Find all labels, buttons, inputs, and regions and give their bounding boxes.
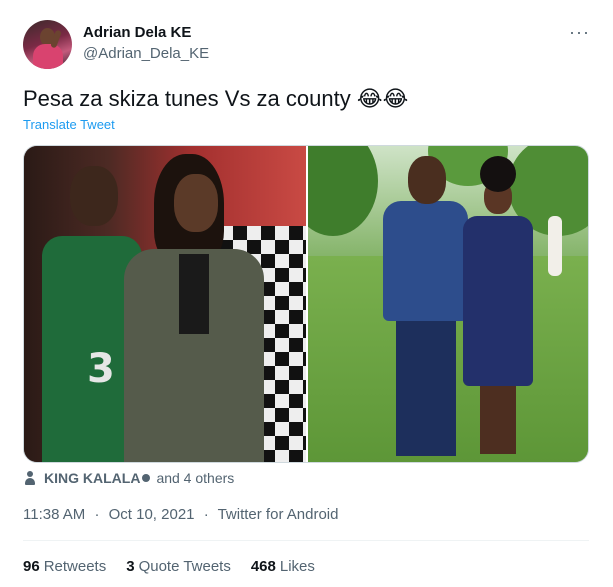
quote-tweets-count: 3 xyxy=(126,558,135,575)
tweet-source[interactable]: Twitter for Android xyxy=(218,506,339,523)
tweet-meta: 11:38 AM · Oct 10, 2021 · Twitter for An… xyxy=(23,506,338,523)
quote-tweets-label: Quote Tweets xyxy=(138,558,231,575)
author-display-name[interactable]: Adrian Dela KE xyxy=(83,24,191,41)
likes-label: Likes xyxy=(279,558,315,575)
quote-tweets-stat[interactable]: 3 Quote Tweets xyxy=(126,558,231,575)
retweets-label: Retweets xyxy=(43,558,107,575)
likes-count: 468 xyxy=(250,558,276,575)
translate-tweet-link[interactable]: Translate Tweet xyxy=(23,117,115,132)
retweets-count: 96 xyxy=(23,558,40,575)
meta-separator: · xyxy=(94,506,100,523)
person-icon xyxy=(23,471,37,485)
media-photo-left[interactable]: 3 xyxy=(24,146,306,462)
tweet-text: Pesa za skiza tunes Vs za county 😂😂 xyxy=(23,86,408,112)
tweet-date[interactable]: Oct 10, 2021 xyxy=(109,506,195,523)
avatar-body xyxy=(33,44,63,69)
tweet-media[interactable]: 3 xyxy=(23,145,589,463)
media-photo-right[interactable] xyxy=(308,146,588,462)
tweet-stats: 96 Retweets 3 Quote Tweets 468 Likes xyxy=(23,558,335,575)
author-handle[interactable]: @Adrian_Dela_KE xyxy=(83,45,209,62)
photo-person-woman xyxy=(458,156,538,462)
tweet-body: Pesa za skiza tunes Vs za county xyxy=(23,86,351,111)
retweets-stat[interactable]: 96 Retweets xyxy=(23,558,106,575)
photo-person-woman xyxy=(124,154,264,462)
tweet-card: Adrian Dela KE @Adrian_Dela_KE ··· Pesa … xyxy=(0,0,613,587)
photo-background-person xyxy=(548,216,562,276)
liked-by-row[interactable]: KING KALALA and 4 others xyxy=(23,470,234,486)
status-dot-icon xyxy=(142,474,151,482)
divider xyxy=(23,540,589,541)
avatar[interactable] xyxy=(23,20,72,69)
more-options-icon[interactable]: ··· xyxy=(569,22,590,43)
tweet-time[interactable]: 11:38 AM xyxy=(23,506,85,523)
liked-by-name[interactable]: KING KALALA xyxy=(44,470,140,486)
tears-of-joy-emoji: 😂😂 xyxy=(356,87,409,112)
meta-separator: · xyxy=(203,506,209,523)
liked-by-others[interactable]: and 4 others xyxy=(156,470,234,486)
likes-stat[interactable]: 468 Likes xyxy=(251,558,315,575)
